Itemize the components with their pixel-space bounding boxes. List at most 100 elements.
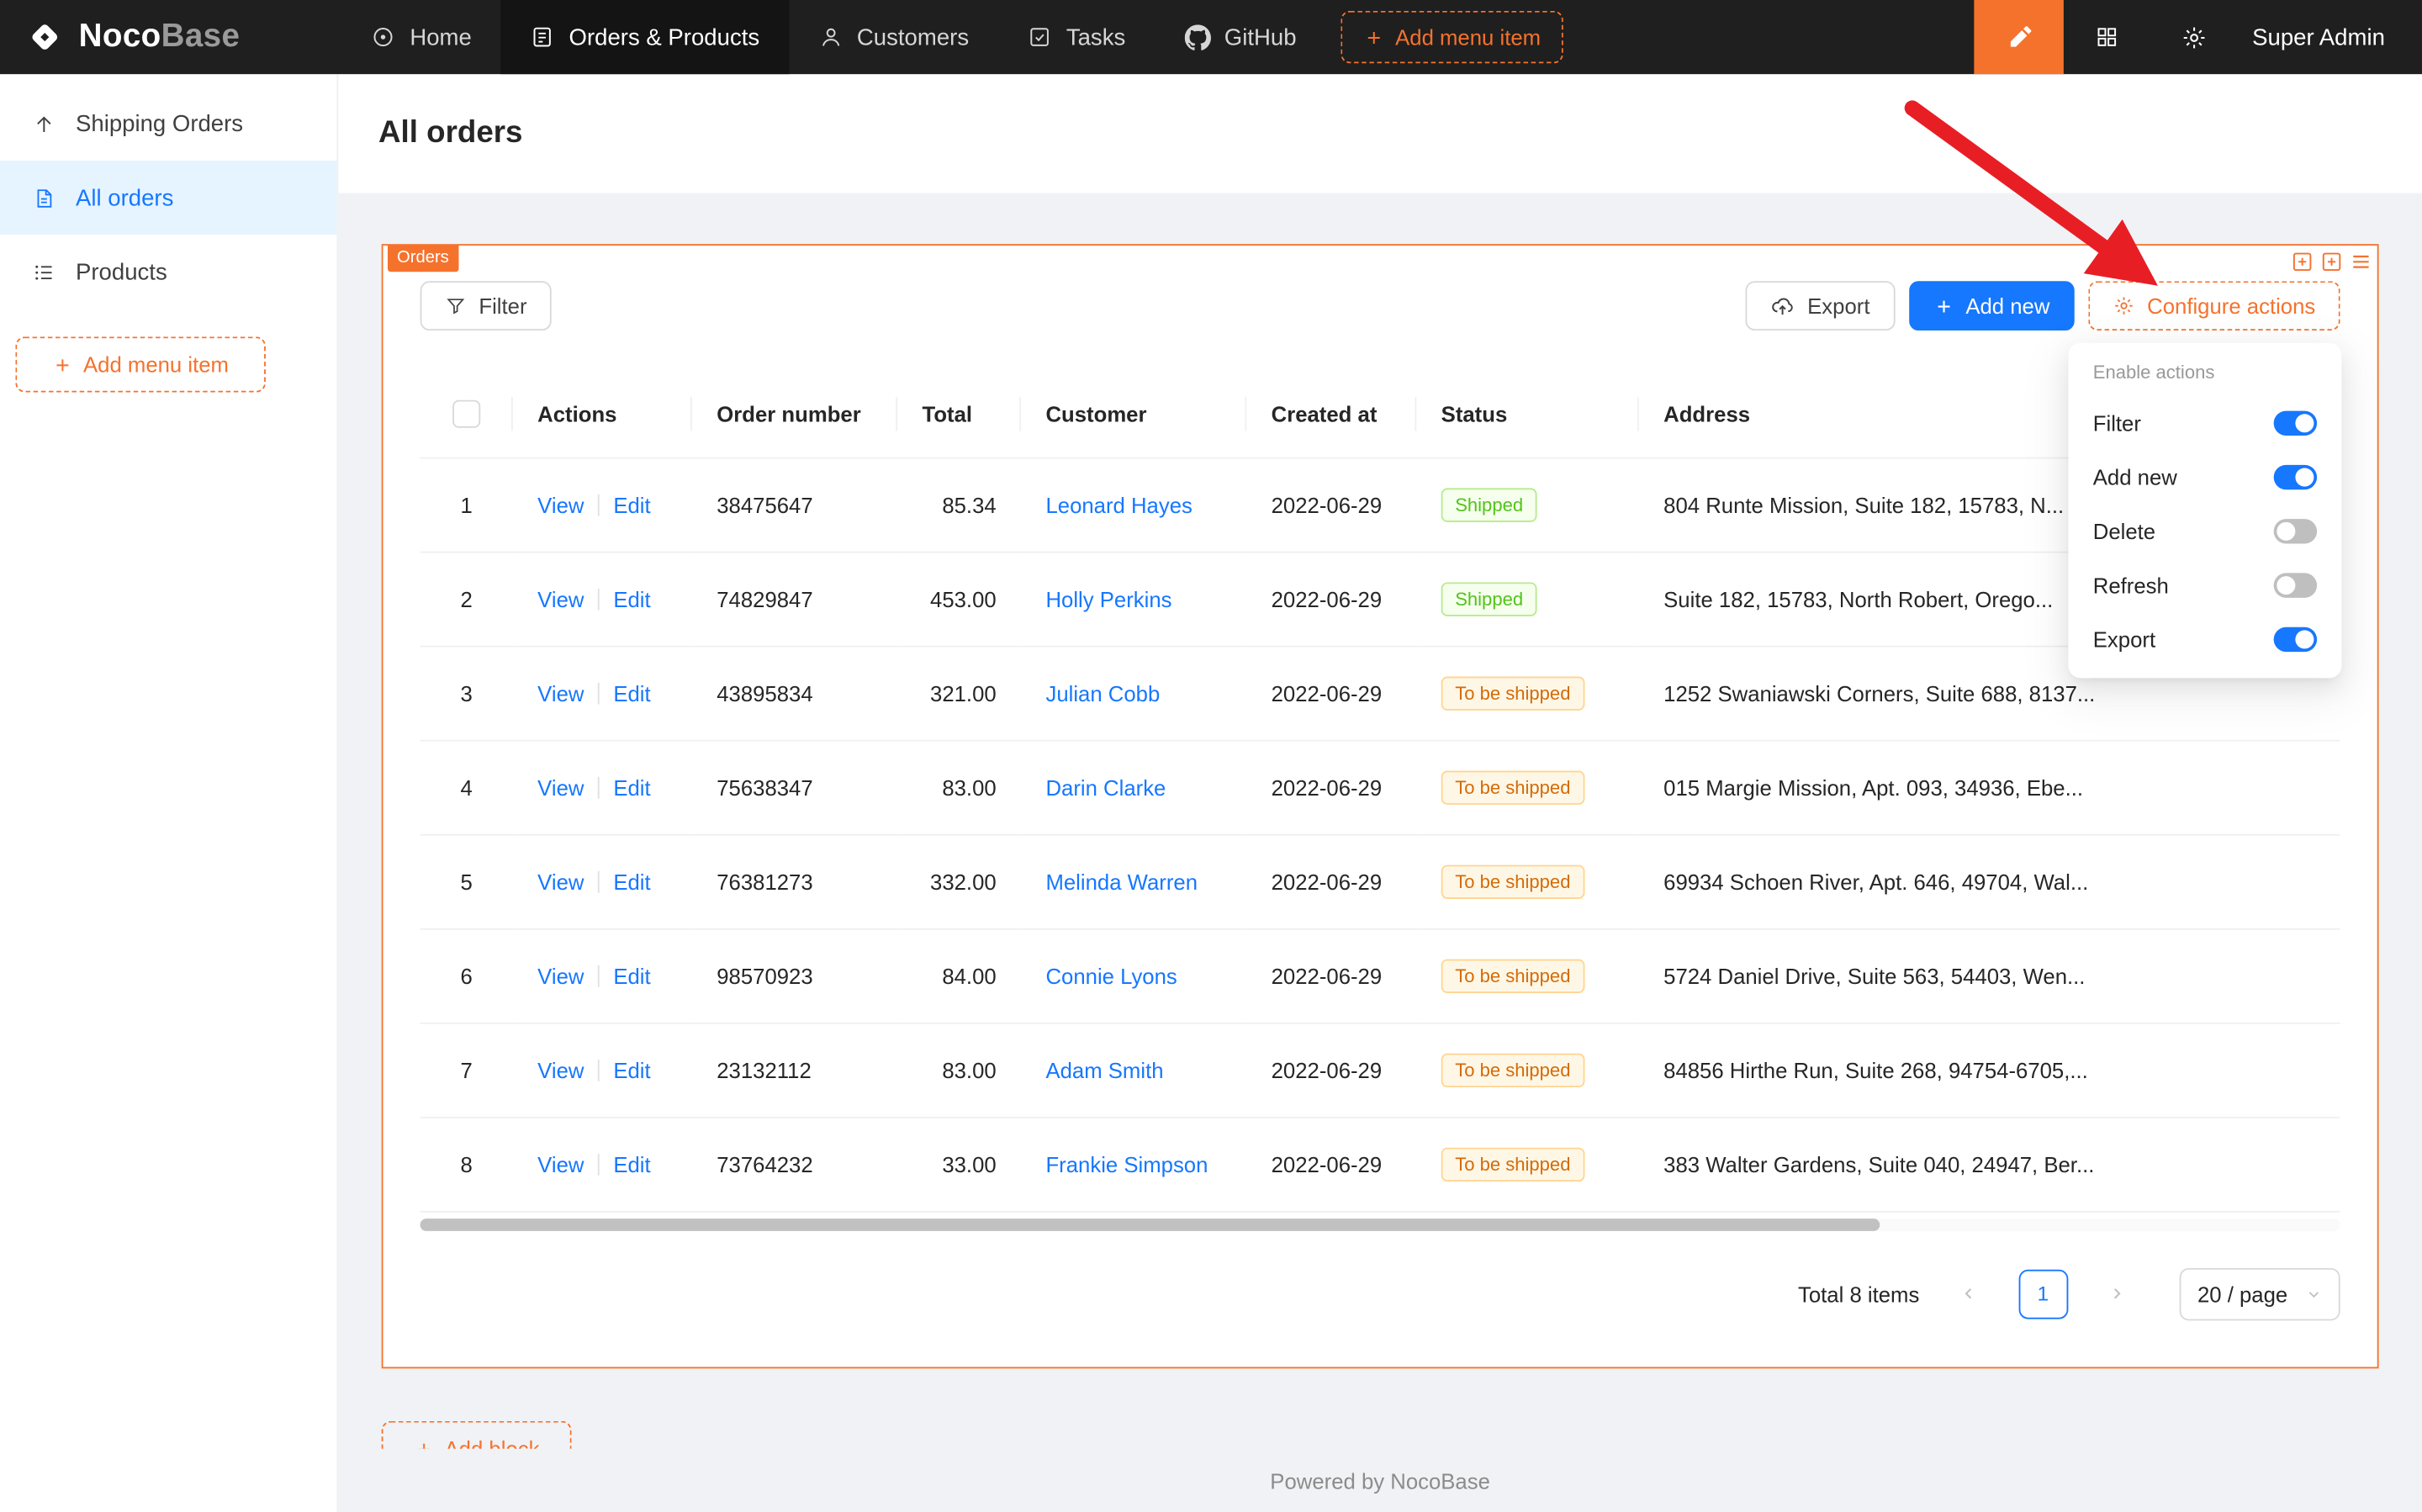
edit-link[interactable]: Edit [613, 869, 650, 893]
export-button[interactable]: Export [1746, 281, 1895, 330]
vertical-divider [598, 682, 600, 704]
toggle-switch[interactable] [2274, 410, 2317, 435]
edit-link[interactable]: Edit [613, 1057, 650, 1081]
order-number-cell: 43895834 [692, 646, 897, 740]
edit-link[interactable]: Edit [613, 492, 650, 516]
customer-link[interactable]: Julian Cobb [1045, 680, 1160, 705]
row-actions: View Edit [513, 552, 692, 646]
plugin-manager-button[interactable] [2064, 0, 2150, 74]
menu-item-label: Tasks [1066, 24, 1125, 50]
select-all-checkbox[interactable] [452, 400, 480, 428]
menu-item-add-new[interactable]: Add new [2075, 449, 2335, 503]
menu-item-label: Home [410, 24, 471, 50]
menu-item-tasks[interactable]: Tasks [998, 0, 1155, 74]
sidebar-add-menu-item-button[interactable]: Add menu item [15, 336, 266, 392]
add-column-icon[interactable] [2289, 249, 2314, 273]
customer-link[interactable]: Holly Perkins [1045, 586, 1171, 611]
table-row: 1 ViewEdit 38475647 85.34 Leonard Hayes … [420, 457, 2340, 552]
customer-link[interactable]: Leonard Hayes [1045, 492, 1192, 516]
vertical-divider [598, 870, 600, 892]
powered-by-text: Powered by NocoBase [1270, 1468, 1490, 1493]
toggle-switch[interactable] [2274, 573, 2317, 597]
add-menu-item-button[interactable]: Add menu item [1341, 11, 1564, 63]
customer-cell: Holly Perkins [1021, 552, 1246, 646]
row-index: 5 [420, 834, 513, 928]
sidebar-item-products[interactable]: Products [0, 235, 336, 309]
menu-item-delete[interactable]: Delete [2075, 504, 2335, 558]
sidebar-item-all-orders[interactable]: All orders [0, 161, 336, 235]
cloud-upload-icon [1770, 293, 1795, 318]
add-block-button[interactable]: Add block [382, 1421, 572, 1449]
menu-item-export[interactable]: Export [2075, 611, 2335, 665]
row-index: 3 [420, 646, 513, 740]
customer-link[interactable]: Melinda Warren [1045, 869, 1198, 893]
toggle-switch[interactable] [2274, 518, 2317, 542]
table-header-row: Actions Order number Total Customer Crea… [420, 373, 2340, 457]
row-actions: View Edit [513, 740, 692, 834]
status-cell: To be shipped [1416, 1023, 1638, 1117]
toggle-switch[interactable] [2274, 464, 2317, 489]
customer-link[interactable]: Darin Clarke [1045, 775, 1166, 799]
main-area: All orders Orders [338, 74, 2422, 1512]
menu-item-github[interactable]: GitHub [1155, 0, 1325, 74]
toggle-switch[interactable] [2274, 626, 2317, 651]
file-icon [33, 186, 56, 209]
col-order-number: Order number [692, 373, 897, 457]
add-new-button[interactable]: Add new [1908, 281, 2074, 330]
total-cell: 321.00 [897, 646, 1021, 740]
edit-link[interactable]: Edit [613, 775, 650, 799]
view-link[interactable]: View [537, 492, 584, 516]
view-link[interactable]: View [537, 963, 584, 987]
view-link[interactable]: View [537, 1151, 584, 1176]
sidebar-item-label: Shipping Orders [76, 110, 243, 136]
plus-icon [1933, 296, 1954, 316]
row-actions: View Edit [513, 646, 692, 740]
add-action-icon[interactable] [2319, 249, 2343, 273]
menu-item-refresh[interactable]: Refresh [2075, 558, 2335, 611]
total-cell: 453.00 [897, 552, 1021, 646]
scrollbar-thumb[interactable] [420, 1218, 1880, 1230]
next-page-button[interactable] [2092, 1269, 2142, 1319]
toolbar-right: Export Add new Configure a [1746, 281, 2340, 330]
menu-item-home[interactable]: Home [342, 0, 501, 74]
filter-button[interactable]: Filter [420, 281, 552, 330]
edit-link[interactable]: Edit [613, 680, 650, 705]
view-link[interactable]: View [537, 775, 584, 799]
github-icon [1184, 24, 1210, 50]
edit-link[interactable]: Edit [613, 1151, 650, 1176]
customer-link[interactable]: Connie Lyons [1045, 963, 1177, 987]
sidebar-item-shipping-orders[interactable]: Shipping Orders [0, 87, 336, 161]
settings-button[interactable] [2150, 0, 2237, 74]
edit-link[interactable]: Edit [613, 963, 650, 987]
block-settings-icon[interactable] [2348, 249, 2372, 273]
vertical-divider [598, 588, 600, 610]
total-cell: 84.00 [897, 928, 1021, 1023]
status-cell: Shipped [1416, 457, 1638, 552]
address-cell: 69934 Schoen River, Apt. 646, 49704, Wal… [1639, 834, 2340, 928]
customer-link[interactable]: Adam Smith [1045, 1057, 1163, 1081]
view-link[interactable]: View [537, 1057, 584, 1081]
address-cell: 84856 Hirthe Run, Suite 268, 94754-6705,… [1639, 1023, 2340, 1117]
menu-item-filter[interactable]: Filter [2075, 395, 2335, 449]
edit-link[interactable]: Edit [613, 586, 650, 611]
status-cell: To be shipped [1416, 834, 1638, 928]
configure-actions-button[interactable]: Configure actions [2088, 281, 2340, 330]
vertical-divider [598, 1059, 600, 1081]
table-row: 5 ViewEdit 76381273 332.00 Melinda Warre… [420, 834, 2340, 928]
menu-item-orders-products[interactable]: Orders & Products [501, 0, 789, 74]
address-cell: 383 Walter Gardens, Suite 040, 24947, Be… [1639, 1117, 2340, 1211]
menu-item-customers[interactable]: Customers [789, 0, 998, 74]
view-link[interactable]: View [537, 680, 584, 705]
page-size-select[interactable]: 20 / page [2179, 1267, 2340, 1319]
customers-icon [818, 24, 843, 49]
ui-editor-button[interactable] [1975, 0, 2065, 74]
menu-item-label: Export [2093, 626, 2155, 651]
customer-link[interactable]: Frankie Simpson [1045, 1151, 1208, 1176]
user-menu[interactable]: Super Admin [2237, 24, 2422, 50]
view-link[interactable]: View [537, 869, 584, 893]
page-number-button[interactable]: 1 [2018, 1269, 2068, 1319]
chevron-down-icon [2306, 1286, 2321, 1301]
previous-page-button[interactable] [1944, 1269, 1994, 1319]
view-link[interactable]: View [537, 586, 584, 611]
row-actions: View Edit [513, 928, 692, 1023]
